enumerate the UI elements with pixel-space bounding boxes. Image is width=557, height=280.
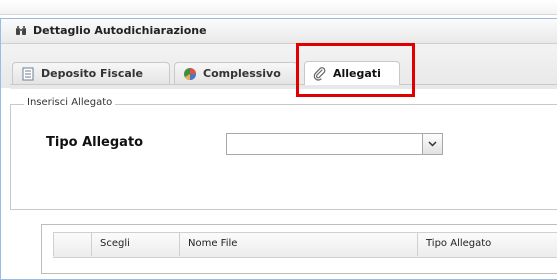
tab-deposito-fiscale[interactable]: Deposito Fiscale: [12, 62, 170, 84]
tipo-allegato-select[interactable]: [226, 133, 443, 155]
grid-col-tipo-allegato[interactable]: Tipo Allegato: [417, 232, 557, 256]
top-toolbar-strip: [0, 0, 557, 15]
grid-col-rownumber: [53, 232, 91, 256]
binoculars-icon: [15, 25, 27, 37]
inserisci-allegato-fieldset: [10, 104, 557, 210]
tipo-allegato-label: Tipo Allegato: [46, 135, 144, 150]
chevron-down-icon[interactable]: [422, 134, 442, 154]
tab-strip-line: [10, 84, 557, 89]
highlight-box: [296, 43, 415, 97]
grid-col-nome-file[interactable]: Nome File: [179, 232, 417, 256]
tab-label: Complessivo: [203, 66, 281, 80]
fieldset-legend: Inserisci Allegato: [24, 97, 116, 108]
grid-col-scegli[interactable]: Scegli: [91, 232, 179, 256]
tab-complessivo[interactable]: Complessivo: [174, 62, 298, 84]
panel-header: Dettaglio Autodichiarazione: [1, 19, 557, 44]
document-icon: [21, 67, 35, 81]
panel-title: Dettaglio Autodichiarazione: [33, 24, 207, 37]
pie-chart-icon: [183, 67, 197, 81]
tab-label: Deposito Fiscale: [41, 66, 143, 80]
